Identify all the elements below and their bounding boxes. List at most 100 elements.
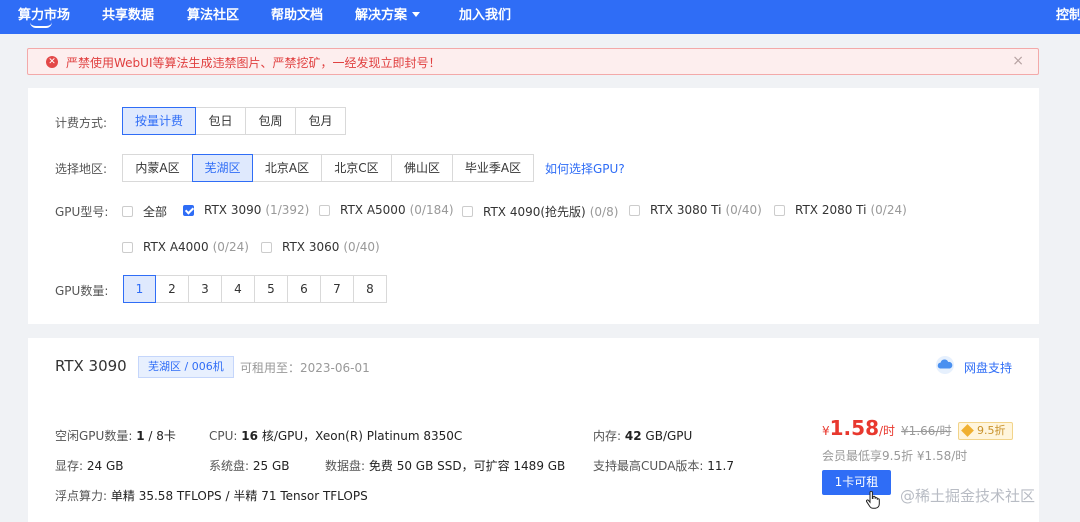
spec-value: 1 — [136, 429, 145, 443]
gpu-option-rtx-4090[interactable]: RTX 4090(抢先版) (0/8) — [462, 203, 618, 220]
checkbox[interactable] — [261, 241, 272, 253]
spec-value: 24 GB — [86, 459, 124, 473]
watermark: @稀土掘金技术社区 — [900, 487, 1036, 505]
close-icon[interactable]: × — [1012, 53, 1024, 69]
price-unit: /时 — [879, 424, 896, 438]
spec-single-value: 35.58 TFLOPS — [138, 489, 222, 503]
spec-value: 25 GB — [252, 459, 290, 473]
region-option-neimeng-a[interactable]: 内蒙A区 — [122, 154, 193, 182]
gpu-option-all[interactable]: 全部 — [122, 203, 167, 220]
price-block: ¥1.58/时 ¥1.66/时 — [822, 416, 951, 440]
price-currency: ¥ — [822, 424, 830, 438]
checkbox[interactable] — [629, 204, 640, 216]
spec-label: 数据盘: — [325, 459, 366, 473]
billing-option-monthly[interactable]: 包月 — [295, 107, 346, 135]
billing-option-weekly[interactable]: 包周 — [245, 107, 296, 135]
nav-item-compute-market[interactable]: 算力市场 — [18, 4, 70, 23]
billing-option-daily[interactable]: 包日 — [195, 107, 246, 135]
nav-item-solutions-label: 解决方案 — [355, 8, 408, 23]
gpu-count-option-7[interactable]: 7 — [320, 275, 354, 303]
gpu-option-count: (0/8) — [589, 204, 619, 219]
gpu-option-rtx-3060[interactable]: RTX 3060 (0/40) — [261, 240, 380, 254]
chevron-down-icon — [412, 12, 421, 17]
gpu-option-rtx-3080ti[interactable]: RTX 3080 Ti (0/40) — [629, 203, 762, 217]
machine-gpu-title: RTX 3090 — [55, 357, 127, 375]
how-to-choose-gpu-link[interactable]: 如何选择GPU? — [545, 160, 625, 177]
cloud-disk-icon — [936, 356, 954, 374]
gpu-count-option-5[interactable]: 5 — [254, 275, 288, 303]
gpu-option-rtx-a5000[interactable]: RTX A5000 (0/184) — [319, 203, 454, 217]
checkbox-checked[interactable] — [183, 204, 194, 216]
gpu-option-name: RTX 3080 Ti — [650, 203, 722, 217]
spec-single-label: 单精 — [110, 489, 135, 503]
spec-value: 11.7 — [707, 459, 734, 473]
gpu-count-options: 1 2 3 4 5 6 7 8 — [123, 275, 387, 303]
hand-cursor-icon — [866, 491, 880, 509]
spec-label: 空闲GPU数量: — [55, 429, 133, 443]
gpu-option-name: RTX 3090 — [204, 203, 262, 217]
spec-cpu: CPU: 16 核/GPU，Xeon(R) Platinum 8350C — [209, 427, 462, 444]
spec-separator: / — [225, 489, 230, 503]
nav-item-console[interactable]: 控制 — [1056, 4, 1080, 23]
price-value: 1.58 — [829, 416, 879, 440]
gpu-count-option-4[interactable]: 4 — [221, 275, 255, 303]
spec-idle-gpu: 空闲GPU数量: 1 / 8卡 — [55, 427, 176, 444]
spec-half-label: 半精 — [233, 489, 258, 503]
gpu-option-name: RTX 3060 — [282, 240, 340, 254]
gpu-option-rtx-2080ti[interactable]: RTX 2080 Ti (0/24) — [774, 203, 907, 217]
nav-item-shared-data[interactable]: 共享数据 — [102, 4, 154, 23]
spec-label: 内存: — [593, 429, 622, 443]
gpu-count-option-1[interactable]: 1 — [123, 275, 156, 303]
spec-value: 免费 50 GB SSD，可扩容 1489 GB — [368, 459, 566, 473]
billing-label: 计费方式: — [55, 116, 108, 130]
checkbox[interactable] — [319, 204, 330, 216]
diamond-icon — [961, 423, 974, 437]
spec-half-value: 71 Tensor TFLOPS — [261, 489, 368, 503]
region-label: 选择地区: — [55, 162, 108, 176]
gpu-option-count: (1/392) — [265, 203, 310, 217]
nav-item-join-us[interactable]: 加入我们 — [459, 4, 511, 23]
checkbox[interactable] — [774, 204, 785, 216]
gpu-machine-card: RTX 3090 芜湖区 / 006机 可租用至：2023-06-01 网盘支持… — [28, 338, 1039, 522]
discount-badge: 9.5折 — [958, 422, 1013, 440]
spec-flops: 浮点算力: 单精 35.58 TFLOPS / 半精 71 Tensor TFL… — [55, 487, 368, 504]
nav-item-algorithm-community[interactable]: 算法社区 — [187, 4, 239, 23]
region-option-foshan[interactable]: 佛山区 — [391, 154, 453, 182]
member-price: 会员最低享9.5折 ¥1.58/时 — [822, 449, 968, 463]
gpu-count-option-6[interactable]: 6 — [287, 275, 321, 303]
gpu-option-name: RTX A5000 — [340, 203, 406, 217]
price-original: ¥1.66/时 — [901, 424, 952, 438]
checkbox[interactable] — [462, 206, 473, 217]
gpu-option-name: RTX 2080 Ti — [795, 203, 867, 217]
billing-option-pay-as-you-go[interactable]: 按量计费 — [122, 107, 196, 135]
region-options: 内蒙A区 芜湖区 北京A区 北京C区 佛山区 毕业季A区 — [122, 154, 534, 182]
spec-value-rest: GB/GPU — [645, 429, 693, 443]
nav-item-solutions[interactable]: 解决方案 — [355, 4, 421, 23]
gpu-option-rtx-3090[interactable]: RTX 3090 (1/392) — [183, 203, 309, 217]
spec-label: 支持最高CUDA版本: — [593, 459, 704, 473]
spec-data-disk: 数据盘: 免费 50 GB SSD，可扩容 1489 GB — [325, 457, 565, 474]
gpu-option-count: (0/40) — [343, 240, 380, 254]
gpu-option-name: RTX 4090(抢先版) — [483, 205, 586, 219]
gpu-count-option-8[interactable]: 8 — [353, 275, 387, 303]
gpu-count-option-3[interactable]: 3 — [188, 275, 222, 303]
rent-button[interactable]: 1卡可租 — [822, 470, 891, 495]
gpu-option-name: RTX A4000 — [143, 240, 209, 254]
gpu-count-option-2[interactable]: 2 — [155, 275, 189, 303]
region-option-beijing-c[interactable]: 北京C区 — [321, 154, 392, 182]
gpu-option-count: (0/184) — [409, 203, 454, 217]
nav-item-help-docs[interactable]: 帮助文档 — [271, 4, 323, 23]
region-option-wuhu[interactable]: 芜湖区 — [192, 154, 253, 182]
spec-value: 16 — [241, 429, 258, 443]
region-option-graduation-a[interactable]: 毕业季A区 — [452, 154, 534, 182]
region-machine-tag: 芜湖区 / 006机 — [138, 356, 234, 378]
gpu-option-count: (0/24) — [870, 203, 907, 217]
region-option-beijing-a[interactable]: 北京A区 — [252, 154, 322, 182]
checkbox[interactable] — [122, 241, 133, 253]
warning-alert: ✕ 严禁使用WebUI等算法生成违禁图片、严禁挖矿，一经发现立即封号！ × — [27, 48, 1039, 75]
gpu-option-rtx-a4000[interactable]: RTX A4000 (0/24) — [122, 240, 249, 254]
checkbox[interactable] — [122, 206, 133, 217]
top-nav: 算力市场 共享数据 算法社区 帮助文档 解决方案 加入我们 控制 — [0, 0, 1080, 34]
filter-panel: 计费方式: 按量计费 包日 包周 包月 选择地区: 内蒙A区 芜湖区 北京A区 … — [28, 88, 1039, 324]
spec-value-rest: 核/GPU，Xeon(R) Platinum 8350C — [261, 429, 463, 443]
